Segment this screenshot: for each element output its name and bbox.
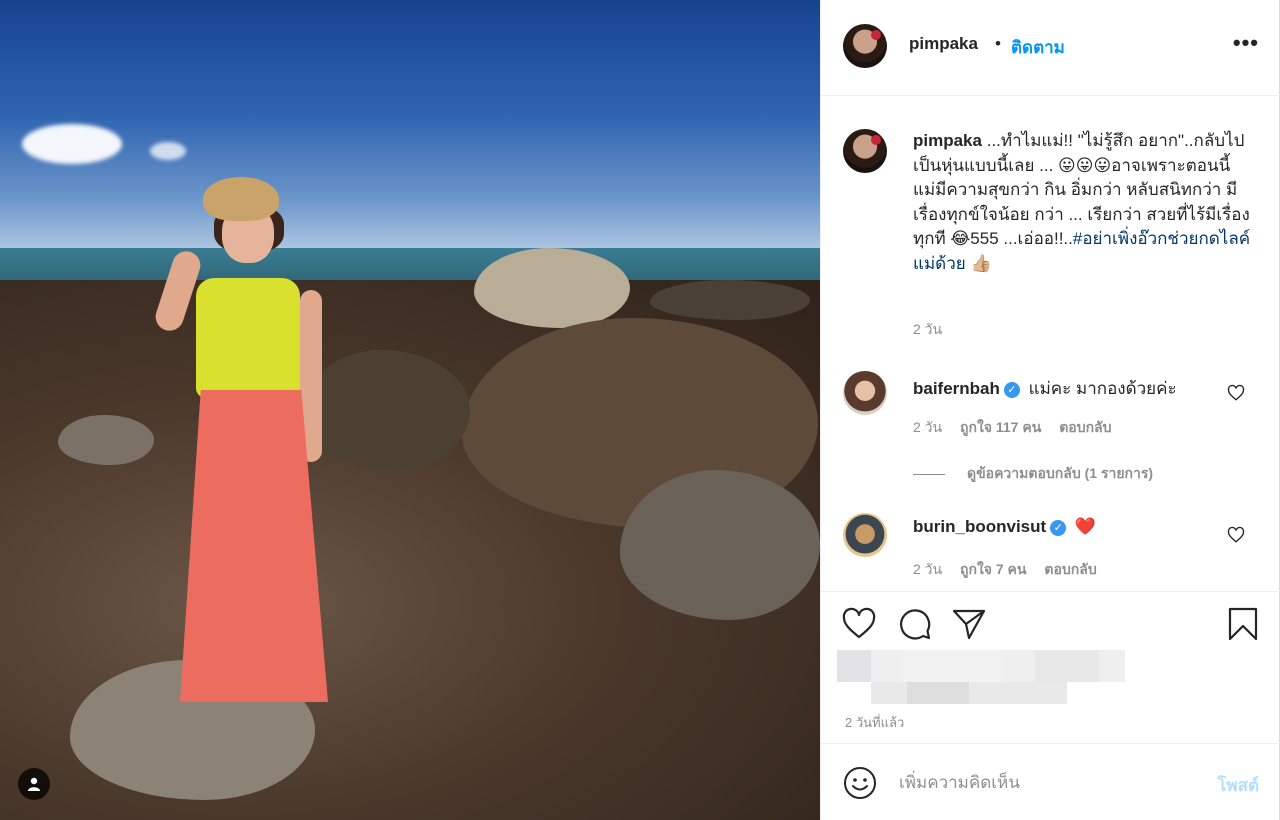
comment-username[interactable]: baifernbah	[913, 379, 1000, 398]
post-header: pimpaka • ติดตาม •••	[821, 0, 1280, 96]
post-timestamp[interactable]: 2 วันที่แล้ว	[845, 712, 904, 733]
boulder	[474, 248, 630, 328]
comment-meta: 2 วัน ถูกใจ 117 คน ตอบกลับ	[913, 417, 1126, 439]
heart-icon[interactable]	[1227, 384, 1245, 402]
post-sidebar: pimpaka • ติดตาม ••• pimpaka ...ทำไมแม่!…	[820, 0, 1280, 820]
cloud-decoration	[150, 142, 186, 160]
comment-time: 2 วัน	[913, 561, 943, 577]
boulder	[58, 415, 154, 465]
caption-time: 2 วัน	[913, 321, 943, 337]
comment-username[interactable]: burin_boonvisut	[913, 517, 1046, 536]
more-options-icon[interactable]: •••	[1233, 30, 1259, 56]
smiley-icon[interactable]	[843, 766, 877, 800]
boulder	[300, 350, 470, 470]
reply-button[interactable]: ตอบกลับ	[1059, 419, 1111, 435]
avatar[interactable]	[843, 371, 887, 415]
follow-button[interactable]: ติดตาม	[1011, 34, 1065, 61]
comment-meta: 2 วัน ถูกใจ 7 คน ตอบกลับ	[913, 559, 1111, 581]
comment-input[interactable]	[899, 768, 1189, 798]
verified-badge-icon: ✓	[1003, 382, 1020, 398]
avatar[interactable]	[843, 513, 887, 557]
cloud-decoration	[22, 124, 122, 164]
heart-icon[interactable]	[1227, 526, 1245, 544]
post-comment-button[interactable]: โพสต์	[1217, 772, 1259, 799]
heart-icon[interactable]	[841, 606, 877, 642]
thumbs-up-emoji: 👍🏼	[970, 253, 992, 273]
comment-body: burin_boonvisut ✓ ❤️	[913, 517, 1096, 537]
verified-badge-icon: ✓	[1050, 520, 1067, 536]
reply-button[interactable]: ตอบกลับ	[1044, 561, 1096, 577]
comment-body: baifernbah ✓ แม่คะ มากองด้วยค่ะ	[913, 375, 1177, 402]
view-replies-label[interactable]: ดูข้อความตอบกลับ (1 รายการ)	[967, 463, 1153, 485]
replies-divider	[913, 473, 945, 475]
person-hat	[203, 177, 279, 221]
boulder	[650, 280, 810, 320]
user-tag-button[interactable]	[18, 768, 50, 800]
caption-username[interactable]: pimpaka	[913, 131, 982, 150]
person-icon	[28, 777, 40, 791]
comment-likes[interactable]: ถูกใจ 117 คน	[960, 419, 1041, 435]
comment-time: 2 วัน	[913, 419, 943, 435]
person-top	[196, 278, 300, 398]
paper-plane-icon[interactable]	[951, 606, 987, 642]
view-replies-button[interactable]: ดูข้อความตอบกลับ (1 รายการ)	[913, 463, 1153, 485]
comment-text: แม่คะ มากองด้วยค่ะ	[1028, 379, 1177, 398]
author-username[interactable]: pimpaka	[909, 34, 978, 54]
comment-text: ❤️	[1074, 517, 1097, 536]
boulder	[620, 470, 820, 620]
comment-likes[interactable]: ถูกใจ 7 คน	[960, 561, 1027, 577]
likes-count-blurred	[837, 650, 1125, 706]
add-comment-bar: โพสต์	[821, 743, 1280, 820]
comment-icon[interactable]	[897, 606, 933, 642]
avatar[interactable]	[843, 24, 887, 68]
separator-dot: •	[995, 34, 1001, 53]
comments-list[interactable]: pimpaka ...ทำไมแม่!! "ไม่รู้สึก อยาก"..ก…	[821, 97, 1280, 591]
post-actions: 2 วันที่แล้ว	[821, 591, 1280, 743]
avatar[interactable]	[843, 129, 887, 173]
caption-text: pimpaka ...ทำไมแม่!! "ไม่รู้สึก อยาก"..ก…	[913, 129, 1253, 276]
bookmark-icon[interactable]	[1225, 606, 1261, 642]
post-photo[interactable]	[0, 0, 820, 820]
